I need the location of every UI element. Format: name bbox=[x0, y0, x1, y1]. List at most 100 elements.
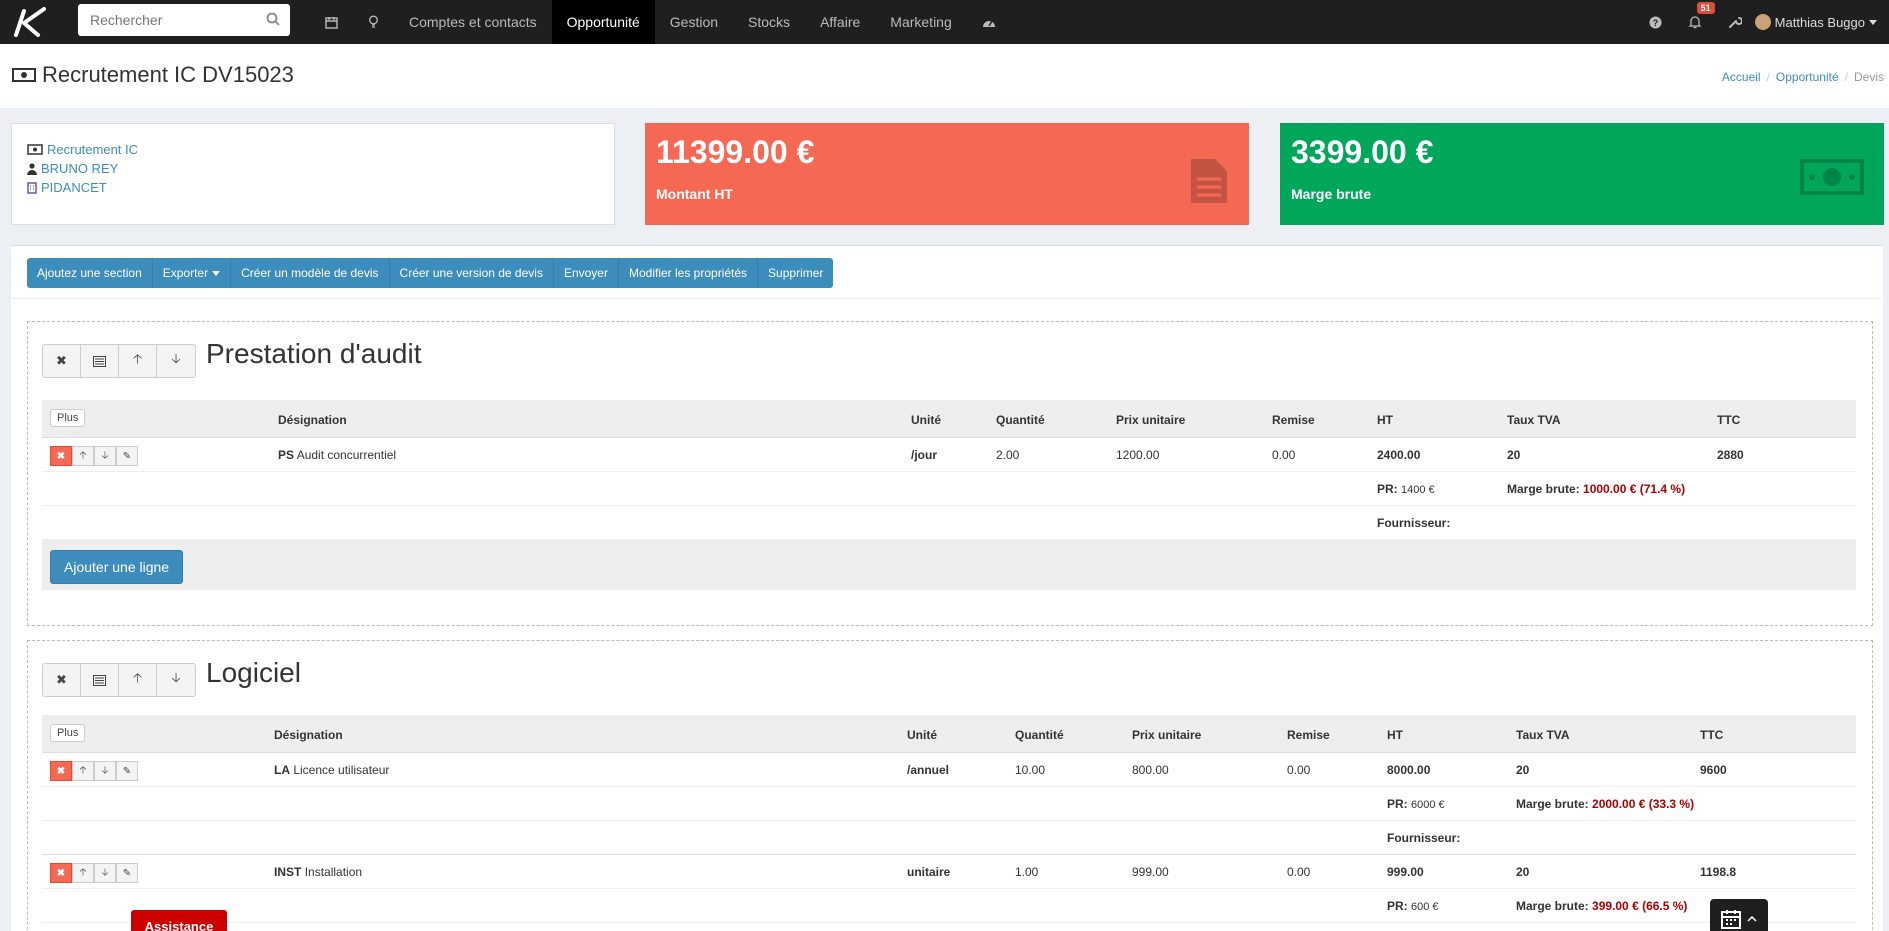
move-section-up-button[interactable]: 🡡 bbox=[119, 664, 157, 696]
help-icon: ? bbox=[1649, 16, 1662, 28]
plus-button[interactable]: Plus bbox=[50, 724, 86, 742]
arrow-up-icon: 🡡 bbox=[132, 670, 143, 685]
move-section-down-button[interactable]: 🡣 bbox=[157, 664, 195, 696]
right-nav: ? 51 Matthias Buggo bbox=[1636, 0, 1889, 44]
delete-section-button[interactable]: ✖ bbox=[43, 664, 81, 696]
help-button[interactable]: ? bbox=[1636, 0, 1675, 44]
section-title: Prestation d'audit bbox=[206, 338, 422, 369]
company-link[interactable]: PIDANCET bbox=[41, 180, 107, 195]
col-discount: Remise bbox=[1287, 728, 1330, 742]
section-controls: ✖ 🡡 🡣 bbox=[42, 663, 196, 697]
nav-management[interactable]: Gestion bbox=[655, 0, 733, 44]
lines-table: Plus Désignation Unité Quantité Prix uni… bbox=[42, 400, 1856, 590]
nav-business[interactable]: Affaire bbox=[805, 0, 875, 44]
opportunity-info-box: Recrutement IC BRUNO REY PIDANCET bbox=[11, 123, 615, 225]
nav-opportunity[interactable]: Opportunité bbox=[551, 0, 655, 44]
opportunity-link[interactable]: Recrutement IC bbox=[47, 142, 138, 157]
nav-marketing[interactable]: Marketing bbox=[875, 0, 966, 44]
line-pr: 1400 € bbox=[1401, 484, 1435, 496]
section-list-button[interactable] bbox=[81, 345, 119, 377]
lines-table: Plus Désignation Unité Quantité Prix uni… bbox=[42, 715, 1856, 923]
delete-line-button[interactable]: ✖ bbox=[50, 446, 72, 466]
edit-line-button[interactable]: ✎ bbox=[116, 863, 138, 883]
delete-line-button[interactable]: ✖ bbox=[50, 863, 72, 883]
arrow-up-icon: 🡡 bbox=[79, 764, 87, 776]
edit-line-button[interactable]: ✎ bbox=[116, 761, 138, 781]
close-icon: ✖ bbox=[56, 353, 67, 368]
nav-calendar[interactable] bbox=[310, 0, 353, 44]
move-section-down-button[interactable]: 🡣 bbox=[157, 345, 195, 377]
line-code: LA bbox=[274, 763, 290, 777]
building-icon bbox=[27, 181, 37, 194]
svg-text:?: ? bbox=[1652, 18, 1658, 28]
table-row-details: PR: 1400 € Marge brute: 1000.00 € (71.4 … bbox=[42, 472, 1856, 506]
move-line-down-button[interactable]: 🡣 bbox=[94, 863, 116, 883]
calendar-toggle-button[interactable] bbox=[1710, 899, 1768, 931]
add-line-button[interactable]: Ajouter une ligne bbox=[50, 550, 184, 584]
add-section-button[interactable]: Ajoutez une section bbox=[27, 258, 153, 288]
amount-value: 11399.00 € bbox=[656, 134, 815, 170]
col-qty: Quantité bbox=[996, 413, 1045, 427]
close-icon: ✖ bbox=[56, 672, 67, 687]
money-bill-icon bbox=[1800, 159, 1864, 195]
delete-line-button[interactable]: ✖ bbox=[50, 761, 72, 781]
delete-section-button[interactable]: ✖ bbox=[43, 345, 81, 377]
contact-link[interactable]: BRUNO REY bbox=[41, 161, 118, 176]
edit-icon: ✎ bbox=[122, 765, 132, 777]
create-version-button[interactable]: Créer une version de devis bbox=[389, 258, 554, 288]
money-icon bbox=[12, 68, 36, 82]
chevron-up-icon bbox=[1747, 916, 1757, 922]
nav-accounts[interactable]: Comptes et contacts bbox=[394, 0, 552, 44]
arrow-up-icon: 🡡 bbox=[79, 449, 87, 461]
assistance-button[interactable]: Assistance bbox=[131, 910, 227, 931]
section-software: ✖ 🡡 🡣 Logiciel Plus Désignation Unité Qu… bbox=[27, 640, 1873, 931]
breadcrumb-opportunity[interactable]: Opportunité bbox=[1776, 70, 1839, 84]
search-input[interactable] bbox=[90, 12, 260, 28]
line-ht: 999.00 bbox=[1387, 865, 1424, 879]
col-designation: Désignation bbox=[278, 413, 347, 427]
line-price: 800.00 bbox=[1132, 763, 1169, 777]
breadcrumb-home[interactable]: Accueil bbox=[1722, 70, 1761, 84]
move-line-up-button[interactable]: 🡡 bbox=[72, 761, 94, 781]
nav-stocks[interactable]: Stocks bbox=[733, 0, 805, 44]
nav-ideas[interactable] bbox=[353, 0, 394, 44]
edit-properties-button[interactable]: Modifier les propriétés bbox=[618, 258, 759, 288]
delete-button[interactable]: Supprimer bbox=[758, 258, 834, 288]
move-line-down-button[interactable]: 🡣 bbox=[94, 446, 116, 466]
table-row-supplier: Fournisseur: bbox=[42, 821, 1856, 855]
settings-button[interactable] bbox=[1715, 0, 1755, 44]
add-line-bar: Ajouter une ligne bbox=[42, 540, 1856, 590]
col-price: Prix unitaire bbox=[1116, 413, 1186, 427]
notifications-button[interactable]: 51 bbox=[1675, 0, 1715, 44]
export-label: Exporter bbox=[162, 266, 209, 280]
app-logo[interactable] bbox=[0, 0, 60, 44]
plus-button[interactable]: Plus bbox=[50, 409, 86, 427]
line-price: 999.00 bbox=[1132, 865, 1169, 879]
export-dropdown-button[interactable]: Exporter bbox=[152, 258, 232, 288]
search-icon[interactable] bbox=[266, 12, 280, 26]
line-ttc: 1198.8 bbox=[1700, 865, 1737, 879]
document-icon bbox=[1191, 159, 1227, 203]
close-icon: ✖ bbox=[56, 765, 66, 777]
line-margin: 1000.00 € (71.4 %) bbox=[1583, 482, 1686, 496]
move-line-up-button[interactable]: 🡡 bbox=[72, 863, 94, 883]
nav-dashboard[interactable] bbox=[967, 0, 1011, 44]
line-vat: 20 bbox=[1516, 865, 1530, 879]
table-row-supplier: Fournisseur: bbox=[42, 506, 1856, 540]
quote-toolbar: Ajoutez une section Exporter Créer un mo… bbox=[27, 258, 834, 288]
move-line-up-button[interactable]: 🡡 bbox=[72, 446, 94, 466]
col-price: Prix unitaire bbox=[1132, 728, 1202, 742]
quote-editor: Ajoutez une section Exporter Créer un mo… bbox=[11, 245, 1883, 931]
edit-line-button[interactable]: ✎ bbox=[116, 446, 138, 466]
close-icon: ✖ bbox=[56, 867, 66, 879]
move-section-up-button[interactable]: 🡡 bbox=[119, 345, 157, 377]
edit-icon: ✎ bbox=[122, 867, 132, 879]
move-line-down-button[interactable]: 🡣 bbox=[94, 761, 116, 781]
user-menu[interactable]: Matthias Buggo bbox=[1754, 14, 1889, 30]
section-list-button[interactable] bbox=[81, 664, 119, 696]
amount-stat-box: 11399.00 € Montant HT bbox=[645, 123, 1249, 225]
line-vat: 20 bbox=[1516, 763, 1530, 777]
create-template-button[interactable]: Créer un modèle de devis bbox=[231, 258, 390, 288]
send-button[interactable]: Envoyer bbox=[553, 258, 619, 288]
table-row-details: PR: 6000 € Marge brute: 2000.00 € (33.3 … bbox=[42, 787, 1856, 821]
